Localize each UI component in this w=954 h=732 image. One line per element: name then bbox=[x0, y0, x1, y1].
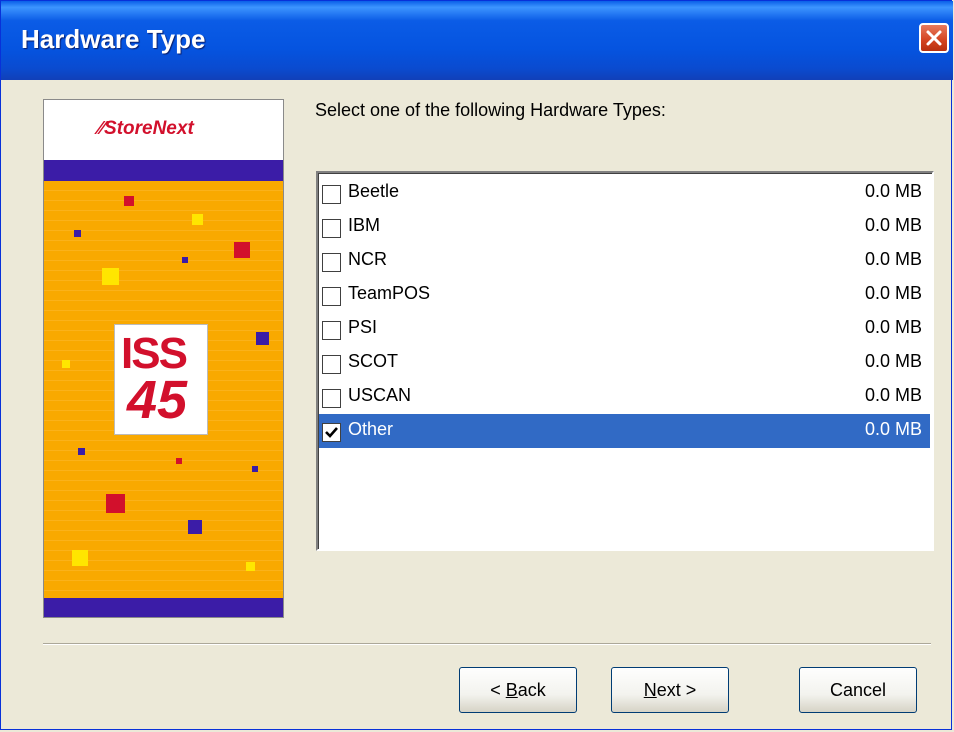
hardware-type-item[interactable]: Beetle 0.0 MB bbox=[319, 176, 930, 210]
close-icon bbox=[926, 30, 942, 46]
banner-band-bottom bbox=[44, 598, 283, 617]
installer-dialog: Hardware Type ⁄⁄StoreNext ISS 45 Select … bbox=[0, 0, 953, 730]
hardware-type-label: USCAN bbox=[348, 385, 412, 405]
window-title: Hardware Type bbox=[21, 24, 206, 54]
hardware-type-size: 0.0 MB bbox=[864, 283, 922, 303]
hardware-type-item[interactable]: NCR 0.0 MB bbox=[319, 244, 930, 278]
hardware-type-size: 0.0 MB bbox=[864, 351, 922, 371]
decor-square bbox=[192, 214, 203, 225]
next-button[interactable]: Next > bbox=[611, 667, 729, 713]
hardware-type-size: 0.0 MB bbox=[864, 385, 922, 405]
hardware-type-label: NCR bbox=[348, 249, 387, 269]
hardware-type-checkbox[interactable] bbox=[322, 253, 341, 272]
close-button[interactable] bbox=[919, 23, 949, 53]
decor-square bbox=[78, 448, 85, 455]
back-button[interactable]: < Back bbox=[459, 667, 577, 713]
hardware-type-label: Other bbox=[348, 419, 394, 439]
brand-logo: ⁄⁄StoreNext bbox=[98, 118, 194, 139]
hardware-type-label: Beetle bbox=[348, 181, 400, 201]
hardware-type-item[interactable]: IBM 0.0 MB bbox=[319, 210, 930, 244]
decor-square bbox=[182, 257, 188, 263]
hardware-type-label: IBM bbox=[348, 215, 381, 235]
decor-square bbox=[62, 360, 70, 368]
hardware-type-size: 0.0 MB bbox=[864, 215, 922, 235]
cancel-button[interactable]: Cancel bbox=[799, 667, 917, 713]
decor-square bbox=[256, 332, 269, 345]
hardware-type-list[interactable]: Beetle 0.0 MB IBM 0.0 MB NCR 0.0 MB TeamPOS 0.0… bbox=[316, 171, 934, 551]
hardware-type-item[interactable]: USCAN 0.0 MB bbox=[319, 380, 930, 414]
hardware-type-checkbox[interactable] bbox=[322, 389, 341, 408]
hardware-type-label: TeamPOS bbox=[348, 283, 431, 303]
product-logo: ISS 45 bbox=[114, 324, 208, 435]
back-button-label: < Back bbox=[490, 679, 546, 700]
hardware-type-checkbox[interactable] bbox=[322, 185, 341, 204]
banner-band-top bbox=[44, 160, 283, 181]
hardware-type-size: 0.0 MB bbox=[864, 181, 922, 201]
hardware-type-size: 0.0 MB bbox=[864, 249, 922, 269]
decor-square bbox=[176, 458, 182, 464]
hardware-type-item[interactable]: PSI 0.0 MB bbox=[319, 312, 930, 346]
decor-square bbox=[246, 562, 255, 571]
hardware-type-size: 0.0 MB bbox=[864, 317, 922, 337]
product-logo-line2: 45 bbox=[127, 370, 188, 430]
decor-square bbox=[72, 550, 88, 566]
decor-square bbox=[102, 268, 119, 285]
footer-separator bbox=[43, 643, 931, 645]
title-bar[interactable]: Hardware Type bbox=[1, 1, 953, 80]
brand-logo-area: ⁄⁄StoreNext bbox=[44, 100, 283, 160]
hardware-type-item[interactable]: SCOT 0.0 MB bbox=[319, 346, 930, 380]
hardware-type-checkbox[interactable] bbox=[322, 287, 341, 306]
next-button-label: Next > bbox=[643, 679, 697, 700]
hardware-type-label: SCOT bbox=[348, 351, 399, 371]
hardware-type-list-body: Beetle 0.0 MB IBM 0.0 MB NCR 0.0 MB TeamPOS 0.0… bbox=[318, 173, 932, 549]
decor-square bbox=[124, 196, 134, 206]
hardware-type-item[interactable]: TeamPOS 0.0 MB bbox=[319, 278, 930, 312]
decor-square bbox=[234, 242, 250, 258]
decor-square bbox=[252, 466, 258, 472]
decor-square bbox=[188, 520, 202, 534]
cancel-button-label: Cancel bbox=[829, 679, 887, 700]
instruction-text: Select one of the following Hardware Typ… bbox=[315, 100, 666, 120]
hardware-type-label: PSI bbox=[348, 317, 378, 337]
hardware-type-size: 0.0 MB bbox=[864, 419, 922, 439]
hardware-type-item[interactable]: Other 0.0 MB bbox=[319, 414, 930, 448]
checkmark-icon bbox=[325, 427, 338, 438]
decor-square bbox=[74, 230, 81, 237]
hardware-type-checkbox[interactable] bbox=[322, 321, 341, 340]
decor-square bbox=[106, 494, 125, 513]
hardware-type-checkbox[interactable] bbox=[322, 355, 341, 374]
hardware-type-checkbox[interactable] bbox=[322, 423, 341, 442]
product-banner: ⁄⁄StoreNext ISS 45 bbox=[43, 99, 284, 618]
hardware-type-checkbox[interactable] bbox=[322, 219, 341, 238]
